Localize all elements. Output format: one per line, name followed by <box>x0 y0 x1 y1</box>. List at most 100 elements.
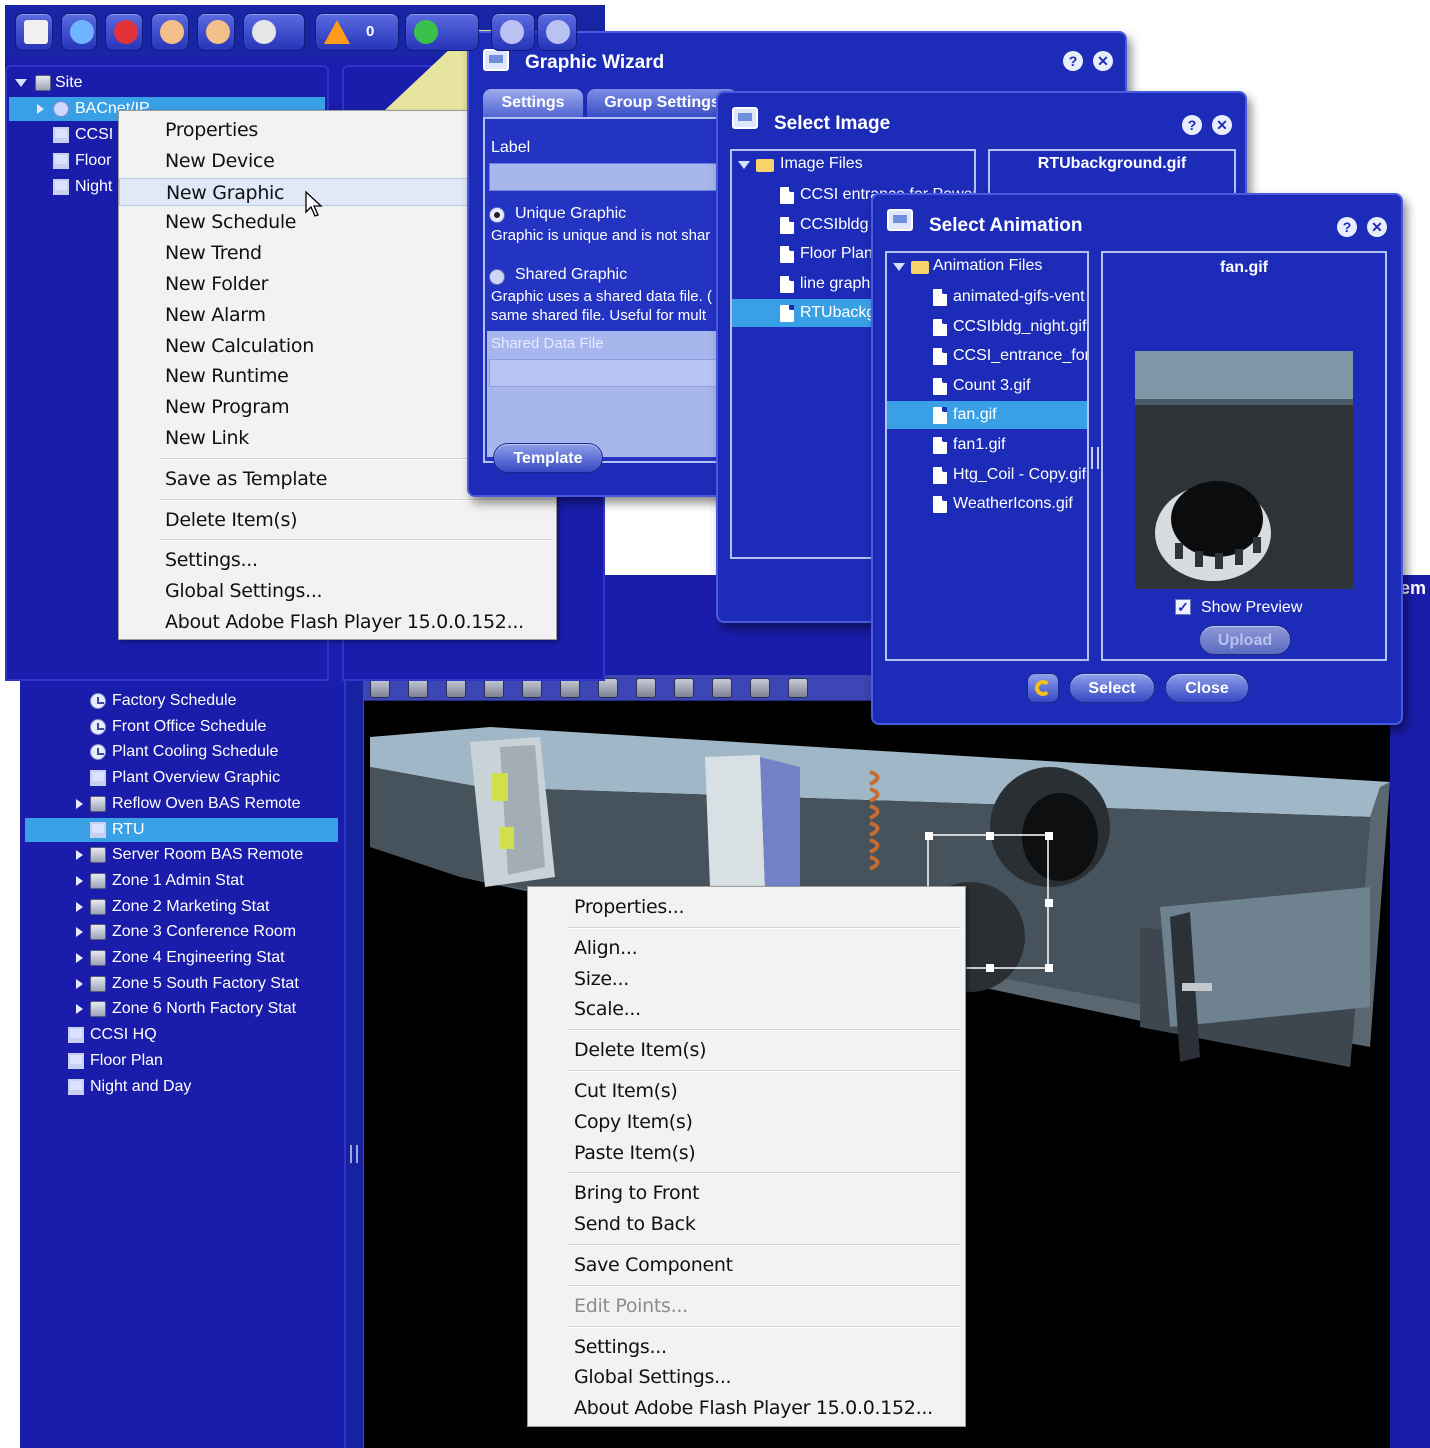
run-button[interactable] <box>405 13 479 51</box>
tree-item[interactable]: Zone 2 Marketing Stat <box>0 895 330 919</box>
align-icon[interactable] <box>484 678 504 698</box>
expand-icon[interactable] <box>76 1004 83 1014</box>
expand-icon[interactable] <box>76 799 83 809</box>
help-button[interactable] <box>537 13 577 51</box>
file-list-item[interactable]: animated-gifs-vent <box>887 283 1087 311</box>
menu-item-copy-item-s[interactable]: Copy Item(s) <box>528 1108 965 1136</box>
expand-icon[interactable] <box>76 902 83 912</box>
splitter-grip-icon[interactable] <box>350 1145 358 1163</box>
collapse-icon[interactable] <box>15 79 27 87</box>
users-button[interactable] <box>197 13 235 51</box>
file-list-item[interactable]: Count 3.gif <box>887 372 1087 400</box>
show-preview-checkbox[interactable]: ✓ <box>1175 599 1191 615</box>
collapse-icon[interactable] <box>893 263 905 271</box>
shared-graphic-radio[interactable] <box>489 269 505 285</box>
close-icon[interactable]: ✕ <box>1212 115 1232 135</box>
tree-item[interactable]: RTU <box>25 818 338 842</box>
file-list-item[interactable]: CCSI_entrance_for <box>887 342 1087 370</box>
close-icon[interactable]: ✕ <box>1093 51 1113 71</box>
alarm-wheel-button[interactable] <box>105 13 143 51</box>
tree-item[interactable]: CCSI HQ <box>0 1023 330 1047</box>
tree-item[interactable]: Night and Day <box>0 1075 330 1099</box>
tree-item[interactable]: Factory Schedule <box>0 689 330 713</box>
collapse-icon[interactable] <box>738 161 750 169</box>
menu-item-settings[interactable]: Settings... <box>119 546 556 574</box>
settings-icon[interactable] <box>788 678 808 698</box>
copy-icon[interactable] <box>598 678 618 698</box>
help-icon[interactable]: ? <box>1337 217 1357 237</box>
menu-item-about-adobe-flash-player-15-0-0-152[interactable]: About Adobe Flash Player 15.0.0.152... <box>528 1394 965 1422</box>
tree-item[interactable]: Plant Cooling Schedule <box>0 740 330 764</box>
tree-item[interactable]: Zone 4 Engineering Stat <box>0 946 330 970</box>
panel-splitter[interactable] <box>346 575 364 1448</box>
template-button[interactable]: Template <box>493 443 603 473</box>
help-icon[interactable]: ? <box>1182 115 1202 135</box>
paste-icon[interactable] <box>636 678 656 698</box>
device-icon <box>90 924 106 940</box>
tree-item[interactable]: Server Room BAS Remote <box>0 843 330 867</box>
tree-item[interactable]: Zone 3 Conference Room <box>0 920 330 944</box>
expand-icon[interactable] <box>76 850 83 860</box>
menu-item-delete-item-s[interactable]: Delete Item(s) <box>528 1036 965 1064</box>
user-button[interactable] <box>151 13 189 51</box>
menu-item-settings[interactable]: Settings... <box>528 1333 965 1361</box>
zoom-icon[interactable] <box>712 678 732 698</box>
upload-button[interactable]: Upload <box>1199 625 1291 655</box>
label-input[interactable] <box>489 163 723 191</box>
tree-item[interactable]: Zone 6 North Factory Stat <box>0 997 330 1021</box>
tree-item[interactable]: Floor Plan <box>0 1049 330 1073</box>
menu-item-edit-points[interactable]: Edit Points... <box>528 1292 965 1320</box>
file-list-item[interactable]: Htg_Coil - Copy.gif <box>887 461 1087 489</box>
menu-item-size[interactable]: Size... <box>528 965 965 993</box>
menu-item-save-component[interactable]: Save Component <box>528 1251 965 1279</box>
tree-item[interactable]: Plant Overview Graphic <box>0 766 330 790</box>
splitter-grip-icon[interactable] <box>1091 447 1099 469</box>
menu-item-global-settings[interactable]: Global Settings... <box>528 1363 965 1391</box>
menu-item-bring-to-front[interactable]: Bring to Front <box>528 1179 965 1207</box>
file-list-item[interactable]: CCSIbldg_night.gif <box>887 313 1087 341</box>
menu-item-paste-item-s[interactable]: Paste Item(s) <box>528 1139 965 1167</box>
expand-icon[interactable] <box>76 979 83 989</box>
close-button[interactable]: Close <box>1165 673 1249 703</box>
menu-item-send-to-back[interactable]: Send to Back <box>528 1210 965 1238</box>
tree-item[interactable]: Front Office Schedule <box>0 715 330 739</box>
tools-button[interactable] <box>243 13 305 51</box>
monitor-icon <box>53 127 69 143</box>
menu-item-about-adobe-flash-player-15-0-0-152[interactable]: About Adobe Flash Player 15.0.0.152... <box>119 608 556 636</box>
help-icon[interactable]: ? <box>1063 51 1083 71</box>
expand-icon[interactable] <box>76 876 83 886</box>
grid-icon[interactable] <box>750 678 770 698</box>
check-icon[interactable] <box>446 678 466 698</box>
select-button[interactable]: Select <box>1069 673 1155 703</box>
tree-item[interactable]: Reflow Oven BAS Remote <box>0 792 330 816</box>
tab-group-settings[interactable]: Group Settings <box>587 89 737 117</box>
menu-item-delete-item-s[interactable]: Delete Item(s) <box>119 506 556 534</box>
refresh-button[interactable] <box>1027 673 1059 703</box>
expand-icon[interactable] <box>37 104 44 114</box>
tree-item[interactable]: Zone 5 South Factory Stat <box>0 972 330 996</box>
tab-settings[interactable]: Settings <box>483 89 583 117</box>
expand-icon[interactable] <box>76 927 83 937</box>
file-list-item[interactable]: fan1.gif <box>887 431 1087 459</box>
menu-item-properties[interactable]: Properties... <box>528 893 965 921</box>
delete-icon[interactable] <box>674 678 694 698</box>
folder-icon[interactable] <box>408 678 428 698</box>
shared-data-file-input[interactable] <box>489 359 721 387</box>
tree-item[interactable]: Zone 1 Admin Stat <box>0 869 330 893</box>
unique-graphic-radio[interactable] <box>489 207 505 223</box>
menu-item-global-settings[interactable]: Global Settings... <box>119 577 556 605</box>
window-button[interactable] <box>491 13 535 51</box>
file-list-item[interactable]: fan.gif <box>887 401 1087 430</box>
expand-icon[interactable] <box>76 953 83 963</box>
menu-item-scale[interactable]: Scale... <box>528 995 965 1023</box>
select-icon[interactable] <box>522 678 542 698</box>
cut-icon[interactable] <box>560 678 580 698</box>
menu-item-align[interactable]: Align... <box>528 934 965 962</box>
alarm-count-button[interactable]: 0 <box>315 13 399 51</box>
monitor-icon[interactable] <box>370 678 390 698</box>
info-button[interactable] <box>61 13 97 51</box>
close-icon[interactable]: ✕ <box>1367 217 1387 237</box>
home-button[interactable] <box>15 13 53 51</box>
menu-item-cut-item-s[interactable]: Cut Item(s) <box>528 1077 965 1105</box>
file-list-item[interactable]: WeatherIcons.gif <box>887 490 1087 518</box>
